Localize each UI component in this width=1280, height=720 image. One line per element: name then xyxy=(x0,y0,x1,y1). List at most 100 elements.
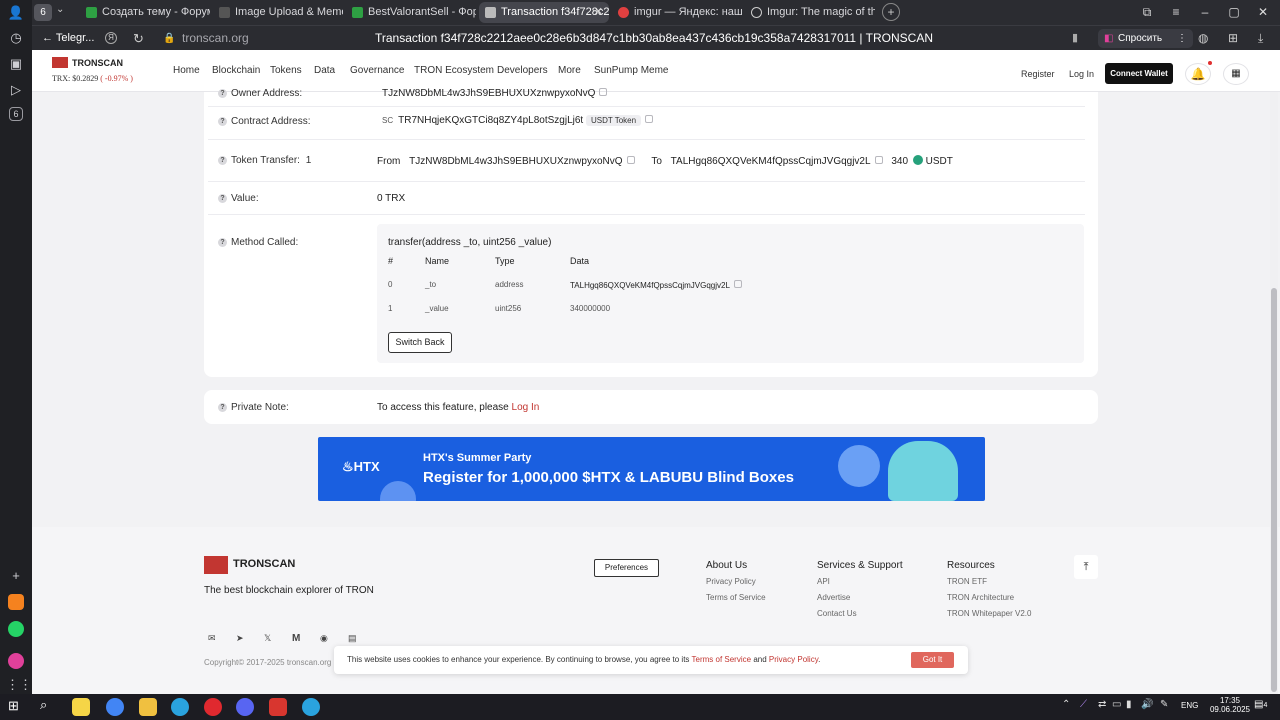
profile-icon[interactable]: 👤 xyxy=(6,3,26,23)
discord-icon[interactable] xyxy=(236,698,254,716)
pen-icon[interactable]: ✎ xyxy=(1160,699,1168,710)
api-link[interactable]: API xyxy=(817,577,830,586)
contact-us-link[interactable]: Contact Us xyxy=(817,609,857,618)
terms-of-service-link[interactable]: Terms of Service xyxy=(706,593,766,602)
tab-forum-create[interactable]: Создать тему - Форум со xyxy=(80,2,210,23)
help-icon[interactable]: ? xyxy=(218,117,227,126)
file-explorer-icon[interactable] xyxy=(139,698,157,716)
nav-blockchain[interactable]: Blockchain xyxy=(212,65,260,76)
bell-icon[interactable]: 🔔 xyxy=(1185,63,1211,85)
telegram-alt-icon[interactable] xyxy=(302,698,320,716)
usdt-token-tag[interactable]: USDT Token xyxy=(586,115,642,126)
telegram-icon[interactable]: ➤ xyxy=(236,633,244,644)
scrollbar-track[interactable] xyxy=(1270,92,1278,694)
minimize-button[interactable]: – xyxy=(1191,0,1219,25)
private-note-login-link[interactable]: Log In xyxy=(512,402,540,413)
cookie-got-it-button[interactable]: Got It xyxy=(911,652,954,668)
opera-icon[interactable] xyxy=(204,698,222,716)
tray-monitor-icon[interactable]: ▭ xyxy=(1112,699,1121,710)
nav-tron-ecosystem[interactable]: TRON Ecosystem xyxy=(414,65,494,76)
copy-icon[interactable] xyxy=(733,280,742,288)
telegram-icon[interactable] xyxy=(171,698,189,716)
preferences-button[interactable]: Preferences xyxy=(594,559,659,577)
nav-sunpump-meme[interactable]: SunPump Meme xyxy=(594,65,668,76)
contract-address-value[interactable]: SC TR7NHqjeKQxGTCi8q8ZY4pL8otSzgjLj6t USD… xyxy=(382,115,654,126)
tab-manager-icon[interactable]: ⧉ xyxy=(1133,0,1161,25)
forum-icon[interactable]: ▤ xyxy=(348,633,357,644)
help-icon[interactable]: ? xyxy=(218,403,227,412)
help-icon[interactable]: ? xyxy=(218,194,227,203)
tab-imgur-yandex[interactable]: imgur — Яндекс: нашлос xyxy=(612,2,742,23)
tab-group-count[interactable]: 6 xyxy=(34,4,52,21)
tab-counter-icon[interactable]: 6 xyxy=(9,107,23,121)
copy-icon[interactable] xyxy=(626,156,635,164)
email-icon[interactable]: ✉ xyxy=(208,633,216,644)
transfer-token[interactable]: USDT xyxy=(926,156,953,167)
more-icon[interactable]: ⋮ xyxy=(1177,29,1187,48)
apps-grid-icon[interactable]: ⋮⋮ xyxy=(6,675,32,695)
app-pink-icon[interactable] xyxy=(8,653,24,669)
connect-wallet-button[interactable]: Connect Wallet xyxy=(1105,63,1173,84)
app-orange-icon[interactable] xyxy=(8,594,24,610)
nav-data[interactable]: Data xyxy=(314,65,335,76)
back-button[interactable]: ← Telegr... xyxy=(42,26,94,51)
back-to-top-button[interactable]: ⤒ xyxy=(1074,555,1098,579)
volume-icon[interactable]: 🔊 xyxy=(1141,699,1153,710)
help-icon[interactable]: ? xyxy=(218,238,227,247)
cookie-privacy-link[interactable]: Privacy Policy xyxy=(769,655,818,664)
tray-mic-icon[interactable]: ▮ xyxy=(1126,699,1132,710)
copy-icon[interactable] xyxy=(874,156,883,164)
tronscan-logo-icon[interactable] xyxy=(52,57,68,68)
nav-home[interactable]: Home xyxy=(173,65,200,76)
htx-banner[interactable]: ♨HTX HTX's Summer Party Register for 1,0… xyxy=(318,437,985,501)
tray-sync-icon[interactable]: ⇄ xyxy=(1098,699,1106,710)
extensions-icon[interactable]: ⊞ xyxy=(1228,26,1238,51)
copy-icon[interactable] xyxy=(599,88,608,96)
tron-etf-link[interactable]: TRON ETF xyxy=(947,577,987,586)
tab-transaction[interactable]: Transaction f34f728c22 ✕ xyxy=(479,2,609,23)
history-icon[interactable]: ◷ xyxy=(6,28,26,48)
tray-app-icon[interactable]: ⟋ xyxy=(1080,699,1087,710)
help-icon[interactable]: ? xyxy=(218,89,227,98)
register-link[interactable]: Register xyxy=(1021,69,1055,79)
nav-more[interactable]: More xyxy=(558,65,581,76)
yandex-browser-icon[interactable] xyxy=(72,698,90,716)
method-row-data[interactable]: TALHgq86QXQVeKM4fQpssCqjmJVGqgjv2L xyxy=(570,280,742,290)
url-text[interactable]: tronscan.org xyxy=(182,26,249,51)
language-indicator[interactable]: ENG xyxy=(1181,701,1198,710)
translate-icon[interactable]: ◍ xyxy=(1198,26,1208,51)
discord-icon[interactable]: ◉ xyxy=(320,633,328,644)
copy-icon[interactable] xyxy=(645,115,654,123)
tab-bestvalorantsell[interactable]: BestValorantSell - Форум xyxy=(346,2,476,23)
medium-icon[interactable]: M xyxy=(292,633,300,644)
from-address[interactable]: TJzNW8DbML4w3JhS9EBHUXUXznwpyxoNvQ xyxy=(409,156,622,167)
add-icon[interactable]: + xyxy=(6,566,26,586)
bookmark-icon[interactable]: ▮ xyxy=(1072,26,1078,51)
tron-whitepaper-link[interactable]: TRON Whitepaper V2.0 xyxy=(947,609,1031,618)
tron-architecture-link[interactable]: TRON Architecture xyxy=(947,593,1014,602)
nav-governance[interactable]: Governance xyxy=(350,65,404,76)
tray-chevron-icon[interactable]: ⌃ xyxy=(1062,699,1070,710)
chrome-icon[interactable] xyxy=(106,698,124,716)
yandex-icon[interactable]: Я xyxy=(105,32,117,44)
chevron-down-icon[interactable]: ⌄ xyxy=(56,4,64,15)
nav-developers[interactable]: Developers xyxy=(497,65,548,76)
site-logo-text[interactable]: TRONSCAN xyxy=(72,58,123,68)
privacy-policy-link[interactable]: Privacy Policy xyxy=(706,577,756,586)
whatsapp-icon[interactable] xyxy=(8,621,24,637)
login-link[interactable]: Log In xyxy=(1069,69,1094,79)
box-icon[interactable]: ▦ xyxy=(1223,63,1249,85)
to-address[interactable]: TALHgq86QXQVeKM4fQpssCqjmJVGqgjv2L xyxy=(671,156,871,167)
advertise-link[interactable]: Advertise xyxy=(817,593,850,602)
switch-back-button[interactable]: Switch Back xyxy=(388,332,452,353)
scrollbar-thumb[interactable] xyxy=(1271,288,1277,692)
search-icon[interactable]: ⌕ xyxy=(40,697,47,713)
clock[interactable]: 17:35 09.06.2025 xyxy=(1208,696,1252,714)
x-twitter-icon[interactable]: 𝕏 xyxy=(264,633,271,644)
close-window-button[interactable]: ✕ xyxy=(1249,0,1277,25)
cookie-terms-link[interactable]: Terms of Service xyxy=(692,655,752,664)
new-tab-button[interactable]: + xyxy=(882,3,900,21)
download-icon[interactable]: ⤓ xyxy=(1258,26,1263,51)
menu-icon[interactable]: ≡ xyxy=(1162,0,1190,25)
ask-button[interactable]: ◧ Спросить ⋮ xyxy=(1098,29,1193,48)
